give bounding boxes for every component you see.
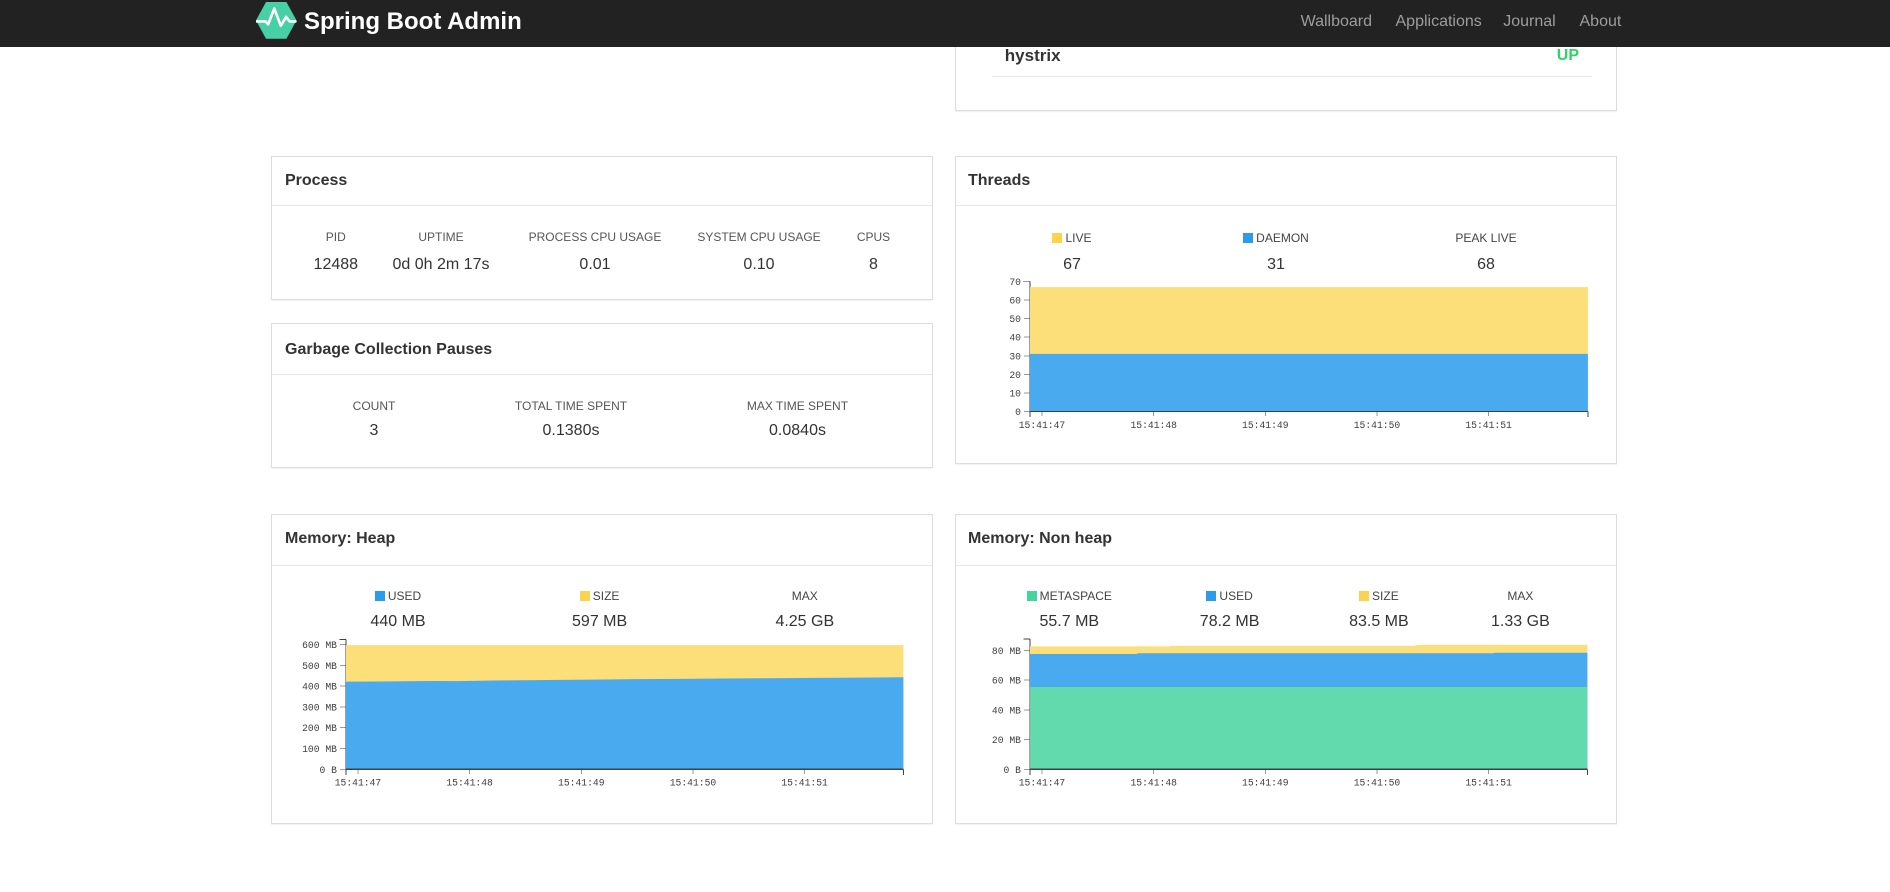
svg-text:15:41:51: 15:41:51 bbox=[781, 778, 828, 789]
svg-text:70: 70 bbox=[1009, 277, 1021, 288]
svg-text:20 MB: 20 MB bbox=[992, 735, 1021, 746]
svg-text:15:41:51: 15:41:51 bbox=[1465, 778, 1512, 789]
svg-text:0: 0 bbox=[1015, 407, 1021, 418]
svg-text:15:41:48: 15:41:48 bbox=[1130, 420, 1177, 431]
svg-text:200 MB: 200 MB bbox=[302, 723, 337, 734]
svg-text:15:41:49: 15:41:49 bbox=[1242, 778, 1289, 789]
svg-text:0 B: 0 B bbox=[1004, 765, 1022, 776]
svg-text:15:41:51: 15:41:51 bbox=[1465, 420, 1512, 431]
svg-text:15:41:50: 15:41:50 bbox=[1354, 420, 1401, 431]
svg-text:15:41:47: 15:41:47 bbox=[1019, 778, 1066, 789]
svg-text:60: 60 bbox=[1009, 296, 1021, 307]
svg-text:15:41:48: 15:41:48 bbox=[446, 778, 493, 789]
svg-text:600 MB: 600 MB bbox=[302, 640, 337, 651]
svg-text:15:41:48: 15:41:48 bbox=[1130, 778, 1177, 789]
svg-text:100 MB: 100 MB bbox=[302, 744, 337, 755]
svg-text:30: 30 bbox=[1009, 351, 1021, 362]
svg-text:20: 20 bbox=[1009, 370, 1021, 381]
svg-text:60 MB: 60 MB bbox=[992, 676, 1021, 687]
svg-text:40 MB: 40 MB bbox=[992, 705, 1021, 716]
svg-text:15:41:49: 15:41:49 bbox=[558, 778, 605, 789]
svg-text:50: 50 bbox=[1009, 314, 1021, 325]
svg-text:10: 10 bbox=[1009, 388, 1021, 399]
svg-text:15:41:49: 15:41:49 bbox=[1242, 420, 1289, 431]
svg-text:15:41:50: 15:41:50 bbox=[670, 778, 717, 789]
svg-text:15:41:50: 15:41:50 bbox=[1354, 778, 1401, 789]
svg-text:40: 40 bbox=[1009, 333, 1021, 344]
svg-text:0 B: 0 B bbox=[320, 765, 338, 776]
svg-text:400 MB: 400 MB bbox=[302, 682, 337, 693]
svg-text:500 MB: 500 MB bbox=[302, 661, 337, 672]
svg-text:300 MB: 300 MB bbox=[302, 702, 337, 713]
svg-text:15:41:47: 15:41:47 bbox=[335, 778, 382, 789]
svg-text:80 MB: 80 MB bbox=[992, 646, 1021, 657]
svg-text:15:41:47: 15:41:47 bbox=[1019, 420, 1066, 431]
